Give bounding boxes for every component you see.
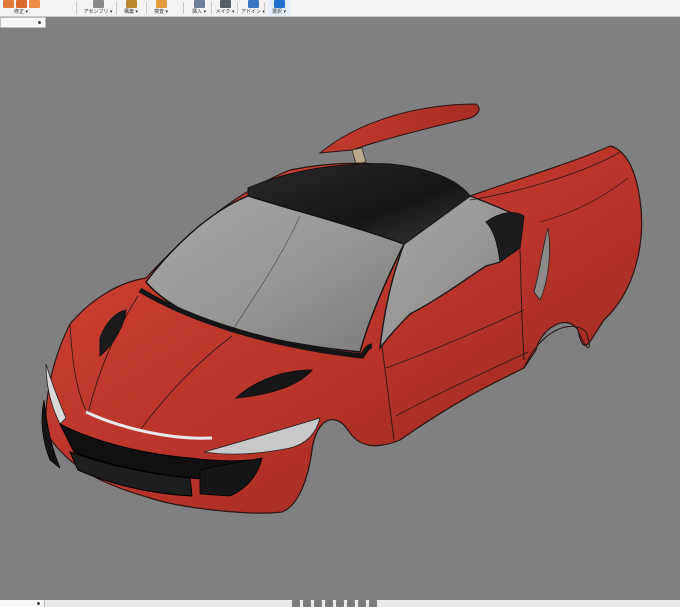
addins-icon xyxy=(247,0,259,8)
modify-icon xyxy=(28,0,40,8)
toolbar-group-addins[interactable]: アドイン ▾ xyxy=(240,0,266,16)
toolbar-label: 構築 xyxy=(123,9,134,15)
toolbar-group-select[interactable]: 選択 ▾ xyxy=(268,0,290,16)
make-icon xyxy=(219,0,231,8)
select-cursor-icon xyxy=(273,0,285,8)
bullet-icon xyxy=(37,602,40,605)
modify-icon xyxy=(2,0,14,8)
toolbar-label: アセンブリ xyxy=(83,9,109,15)
toolbar-group-modify[interactable]: 修正 ▾ xyxy=(0,0,42,16)
toolbar-group-assembly[interactable]: アセンブリ ▾ xyxy=(82,0,114,16)
assembly-icon xyxy=(92,0,104,8)
divider xyxy=(183,2,184,14)
navigation-bar xyxy=(292,600,377,607)
orbit-icon[interactable] xyxy=(292,600,300,607)
toolbar-label: 選択 xyxy=(271,9,282,15)
divider xyxy=(237,2,238,14)
bullet-icon xyxy=(38,21,41,24)
zoom-icon[interactable] xyxy=(325,600,333,607)
toolbar-label: メイク xyxy=(215,9,231,15)
toolbar-group-inspect[interactable]: 検査 ▾ xyxy=(150,0,172,16)
toolbar-group-make[interactable]: メイク ▾ xyxy=(214,0,236,16)
divider xyxy=(211,2,212,14)
engine-cover-panel xyxy=(318,103,480,154)
viewports-icon[interactable] xyxy=(369,600,377,607)
toolbar-label: 修正 xyxy=(13,9,24,15)
toolbar-label: 挿入 xyxy=(191,9,202,15)
toolbar: 修正 ▾ アセンブリ ▾ 構築 ▾ 検査 ▾ 挿入 ▾ メイク ▾ アドイン ▾… xyxy=(0,0,680,17)
engine-cover-strut xyxy=(351,147,367,165)
grid-icon[interactable] xyxy=(358,600,366,607)
insert-icon xyxy=(193,0,205,8)
comments-panel-header[interactable] xyxy=(0,600,45,607)
model-viewport[interactable] xyxy=(0,27,680,599)
construct-icon xyxy=(125,0,137,8)
toolbar-group-construct[interactable]: 構築 ▾ xyxy=(120,0,142,16)
fit-icon[interactable] xyxy=(336,600,344,607)
divider xyxy=(116,2,117,14)
pan-icon[interactable] xyxy=(314,600,322,607)
divider xyxy=(146,2,147,14)
modify-icon xyxy=(15,0,27,8)
status-bar xyxy=(0,600,680,607)
divider xyxy=(76,2,77,14)
inspect-icon xyxy=(155,0,167,8)
toolbar-label: 検査 xyxy=(153,9,164,15)
look-at-icon[interactable] xyxy=(303,600,311,607)
toolbar-label: アドイン xyxy=(240,9,261,15)
display-settings-icon[interactable] xyxy=(347,600,355,607)
toolbar-group-insert[interactable]: 挿入 ▾ xyxy=(188,0,210,16)
divider xyxy=(264,2,265,14)
